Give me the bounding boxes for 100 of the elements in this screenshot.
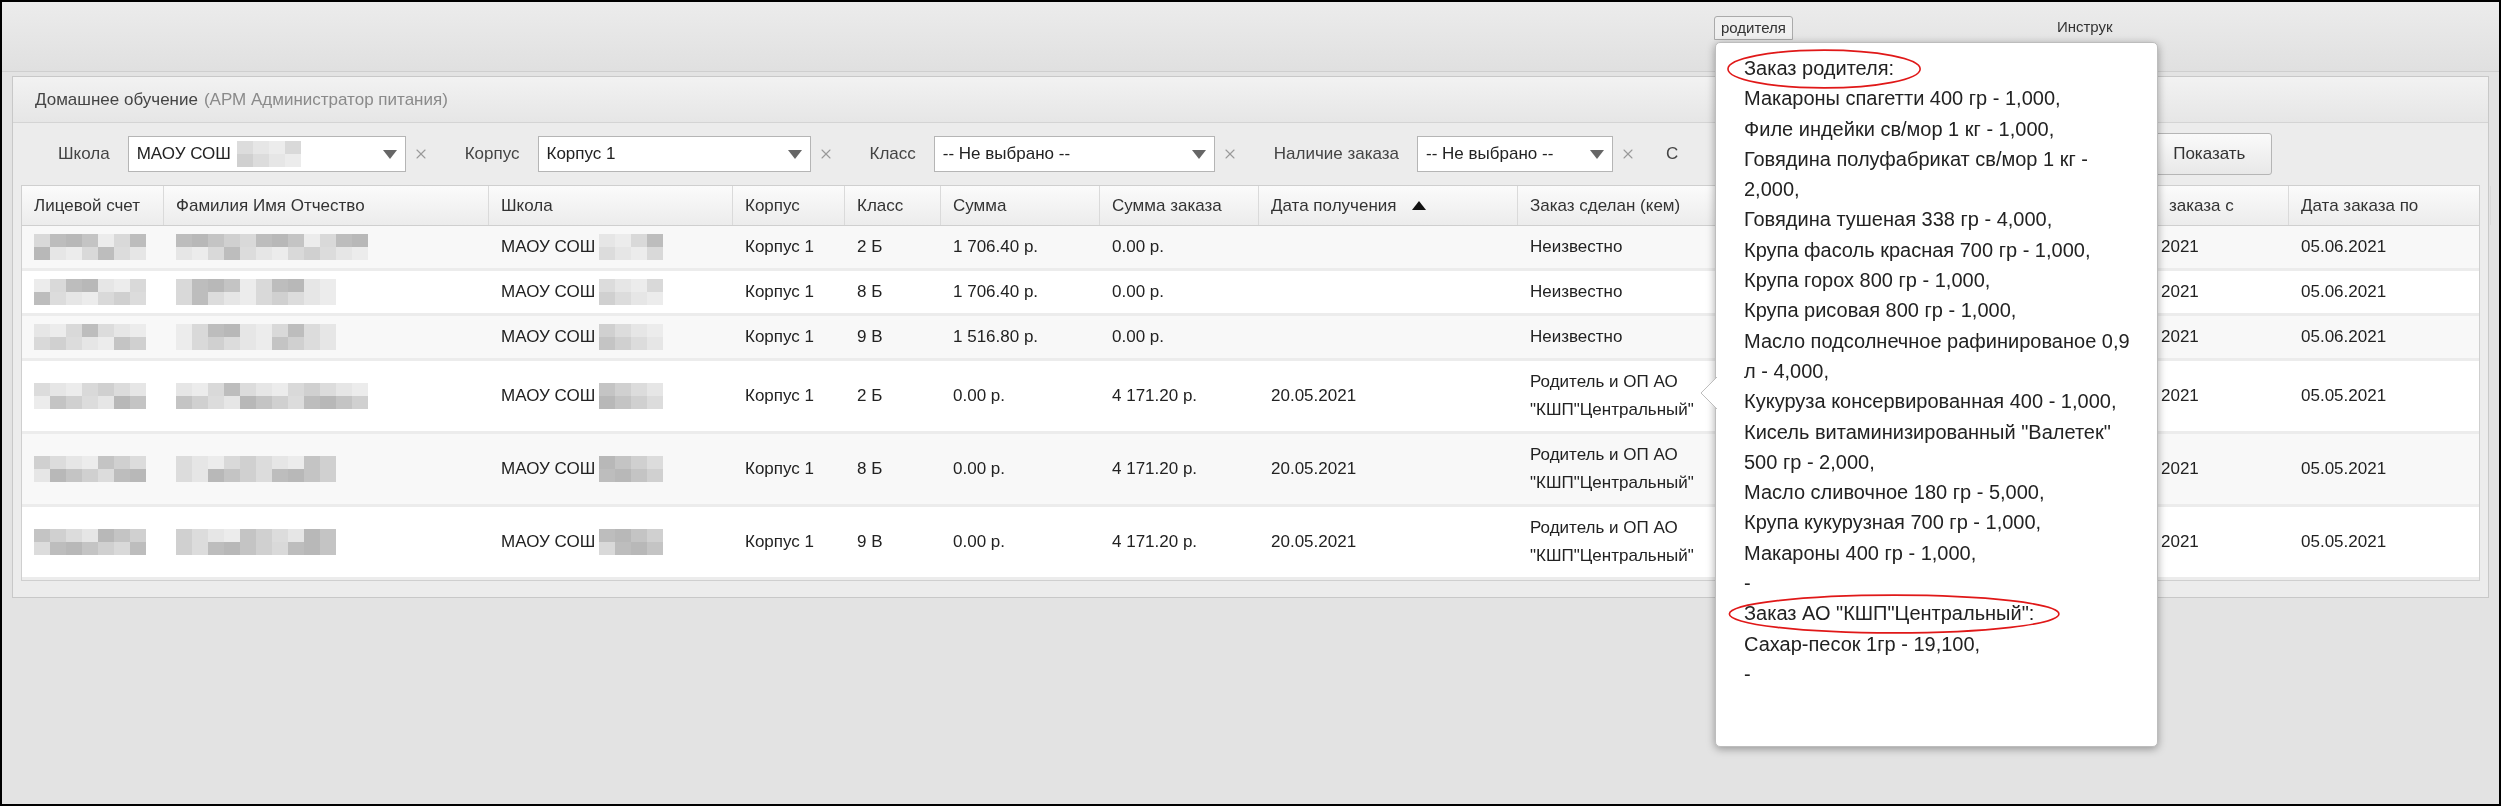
table-cell-text: Корпус 1 [745, 281, 814, 304]
table-cell-text: МАОУ СОШ [501, 531, 596, 554]
table-cell-text: 2021 [2161, 385, 2199, 408]
table-cell-text: 05.06.2021 [2301, 326, 2387, 349]
table-cell-text: 2 Б [857, 236, 883, 259]
table-cell-text: 05.05.2021 [2301, 458, 2387, 481]
tooltip-line: Говядина полуфабрикат св/мор 1 кг - 2,000, [1744, 146, 2089, 203]
tooltip-line: - [1744, 661, 1751, 687]
table-cell-text: МАОУ СОШ [501, 326, 596, 349]
column-header[interactable]: Корпус [745, 192, 800, 219]
column-header[interactable]: Лицевой счет [34, 192, 140, 219]
tooltip-line: Масло сливочное 180 гр - 5,000, [1744, 480, 2045, 506]
tooltip-line: Кисель витаминизированный "Валетек" 500 гр - 2,000, [1744, 419, 2112, 475]
column-header[interactable]: Заказ сделан (кем) [1530, 192, 1681, 219]
table-cell-text: 2021 [2161, 326, 2199, 349]
table-cell-text: Родитель и ОП АО "КШП"Центральный" [1530, 371, 1695, 421]
table-cell-text: 2021 [2161, 458, 2199, 481]
table-cell-text: 8 Б [857, 458, 883, 481]
tooltip-line: Масло подсолнечное рафинированое 0,9 л - 4,000, [1744, 328, 2131, 384]
table-cell-text: 4 171.20 р. [1112, 458, 1198, 481]
table-cell-text: 0.00 р. [1112, 281, 1164, 304]
filter-select[interactable]: МАОУ СОШ [127, 136, 406, 172]
filter-select[interactable]: -- Не выбрано -- [933, 136, 1215, 172]
table-cell-text: 1 706.40 р. [953, 236, 1039, 259]
filter-label: Школа [58, 143, 110, 166]
tooltip-line: Сахар-песок 1гр - 19,100, [1744, 631, 1981, 657]
caret-icon [382, 149, 397, 159]
column-header[interactable]: Класс [857, 192, 904, 219]
column-header[interactable]: Школа [501, 192, 553, 219]
table-cell-text: Родитель и ОП АО "КШП"Центральный" [1530, 444, 1695, 494]
tooltip-heading: Заказ родителя: [1744, 57, 1895, 79]
blurred-text [236, 141, 301, 167]
tooltip-line: Крупа фасоль красная 700 гр - 1,000, [1744, 237, 2091, 263]
table-cell-text: 1 706.40 р. [953, 281, 1039, 304]
tooltip-line: Крупа рисовая 800 гр - 1,000, [1744, 298, 2017, 324]
table-cell-text: 20.05.2021 [1271, 458, 1357, 481]
table-cell-text: 0.00 р. [953, 531, 1005, 554]
select-value: МАОУ СОШ [136, 143, 231, 166]
table-cell-text: 20.05.2021 [1271, 385, 1357, 408]
tab[interactable]: родителя [1714, 16, 1793, 40]
table-cell-text: 8 Б [857, 281, 883, 304]
table-cell-text: 0.00 р. [1112, 326, 1164, 349]
column-header[interactable]: Сумма [953, 192, 1007, 219]
filter-label: Наличие заказа [1273, 143, 1400, 166]
caret-icon [787, 149, 802, 159]
table-cell-text: 0.00 р. [1112, 236, 1164, 259]
table-cell-text: Неизвестно [1530, 326, 1623, 348]
blurred-text [599, 383, 664, 409]
blurred-text [599, 234, 664, 260]
table-cell-text: МАОУ СОШ [501, 236, 596, 259]
table-cell-text: 2021 [2161, 236, 2199, 259]
select-value: -- Не выбрано -- [1426, 143, 1554, 166]
table-cell-text: МАОУ СОШ [501, 385, 596, 408]
table-cell-text: 2 Б [857, 385, 883, 408]
table-cell-text: 05.06.2021 [2301, 281, 2387, 304]
table-cell-text: 9 В [857, 326, 883, 349]
tooltip-line: Кукуруза консервированная 400 - 1,000, [1744, 389, 2117, 415]
table-cell-text: 2021 [2161, 531, 2199, 554]
table-cell-text: МАОУ СОШ [501, 458, 596, 481]
column-header[interactable]: Дата получения [1271, 192, 1397, 219]
select-value: Корпус 1 [546, 143, 616, 166]
tab[interactable]: Инструк [2056, 16, 2113, 40]
table-cell-text: 0.00 р. [953, 385, 1005, 408]
panel-title: Домашнее обучение [35, 88, 198, 111]
table-cell-text: Корпус 1 [745, 458, 814, 481]
table-cell-text: 05.05.2021 [2301, 385, 2387, 408]
blurred-text [599, 529, 664, 555]
table-cell-text: Корпус 1 [745, 236, 814, 259]
table-cell-text: Родитель и ОП АО "КШП"Центральный" [1530, 517, 1695, 567]
table-cell-text: 2021 [2161, 281, 2199, 304]
table-cell-text: 05.06.2021 [2301, 236, 2387, 259]
table-cell-text: Неизвестно [1530, 281, 1623, 303]
date-from-label: С [1666, 143, 1679, 166]
table-cell-text: 0.00 р. [953, 458, 1005, 481]
caret-icon [1191, 149, 1206, 159]
column-header[interactable]: Сумма заказа [1112, 192, 1222, 219]
panel-subtitle: (АРМ Администратор питания) [203, 88, 448, 111]
tooltip-line: Макароны 400 гр - 1,000, [1744, 540, 1977, 566]
table-cell-text: 1 516.80 р. [953, 326, 1039, 349]
tooltip-heading: Заказ АО "КШП"Центральный": [1744, 602, 2035, 625]
filter-label: Корпус [464, 143, 520, 166]
column-header[interactable]: Дата заказа по [2301, 192, 2419, 219]
table-cell-text: Корпус 1 [745, 326, 814, 349]
table-cell-text: Неизвестно [1530, 236, 1623, 258]
table-cell-text: 9 В [857, 531, 883, 554]
table-cell-text: 4 171.20 р. [1112, 531, 1198, 554]
column-header[interactable]: заказа с [2169, 192, 2234, 219]
blurred-text [599, 324, 664, 350]
table-cell-text: Корпус 1 [745, 531, 814, 554]
filter-label: Класс [869, 143, 916, 166]
tooltip-line: Филе индейки св/мор 1 кг - 1,000, [1744, 116, 2055, 142]
table-cell-text: МАОУ СОШ [501, 281, 596, 304]
filter-select[interactable]: -- Не выбрано -- [1417, 136, 1614, 172]
column-header[interactable]: Фамилия Имя Отчество [176, 192, 365, 219]
blurred-text [599, 456, 664, 482]
tooltip-line: Крупа горох 800 гр - 1,000, [1744, 268, 1991, 294]
tooltip-line: Говядина тушеная 338 гр - 4,000, [1744, 207, 2053, 233]
table-cell-text: 05.05.2021 [2301, 531, 2387, 554]
filter-select[interactable]: Корпус 1 [537, 136, 811, 172]
blurred-text [599, 279, 664, 305]
